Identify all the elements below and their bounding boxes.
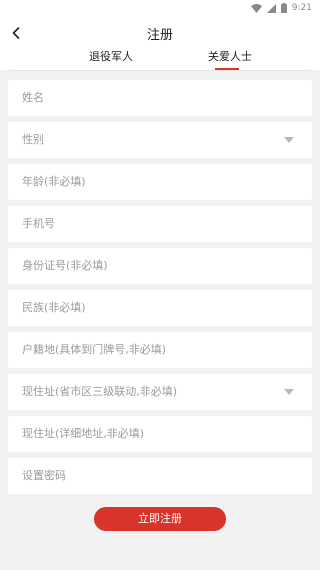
gender-select-placeholder: 性别: [22, 133, 44, 146]
tab-veterans[interactable]: 退役军人: [71, 48, 151, 68]
current-region-select[interactable]: 现住址(省市区三级联动,非必填): [8, 374, 312, 410]
household-address-field[interactable]: 户籍地(具体到门牌号,非必填): [8, 332, 312, 368]
age-field[interactable]: 年龄(非必填): [8, 164, 312, 200]
id-number-field-placeholder: 身份证号(非必填): [22, 259, 108, 272]
name-field[interactable]: 姓名: [8, 80, 312, 116]
ethnicity-field[interactable]: 民族(非必填): [8, 290, 312, 326]
status-time: 9:21: [291, 3, 312, 13]
caret-down-icon: [284, 137, 294, 143]
current-address-field-placeholder: 现住址(详细地址,非必填): [22, 427, 145, 440]
battery-icon: [280, 3, 287, 13]
app-header: 注册 退役军人 关爱人士: [0, 16, 320, 71]
password-field-placeholder: 设置密码: [22, 469, 66, 482]
tab-supporters[interactable]: 关爱人士: [190, 48, 270, 68]
gender-select[interactable]: 性别: [8, 122, 312, 158]
phone-field-placeholder: 手机号: [22, 217, 55, 230]
tab-bar: 退役军人 关爱人士: [10, 46, 310, 71]
name-field-placeholder: 姓名: [22, 91, 44, 104]
status-bar: 9:21: [0, 0, 320, 16]
age-field-placeholder: 年龄(非必填): [22, 175, 86, 188]
household-address-field-placeholder: 户籍地(具体到门牌号,非必填): [22, 343, 167, 356]
current-region-select-placeholder: 现住址(省市区三级联动,非必填): [22, 385, 178, 398]
current-address-field[interactable]: 现住址(详细地址,非必填): [8, 416, 312, 452]
ethnicity-field-placeholder: 民族(非必填): [22, 301, 86, 314]
register-button[interactable]: 立即注册: [94, 507, 226, 531]
cell-signal-icon: [266, 3, 276, 13]
page-title: 注册: [146, 28, 173, 43]
active-tab-indicator: [215, 68, 239, 70]
wifi-icon: [250, 3, 262, 13]
id-number-field[interactable]: 身份证号(非必填): [8, 248, 312, 284]
password-field[interactable]: 设置密码: [8, 458, 312, 494]
status-icons: 9:21: [250, 2, 312, 14]
phone-field[interactable]: 手机号: [8, 206, 312, 242]
caret-down-icon: [284, 389, 294, 395]
